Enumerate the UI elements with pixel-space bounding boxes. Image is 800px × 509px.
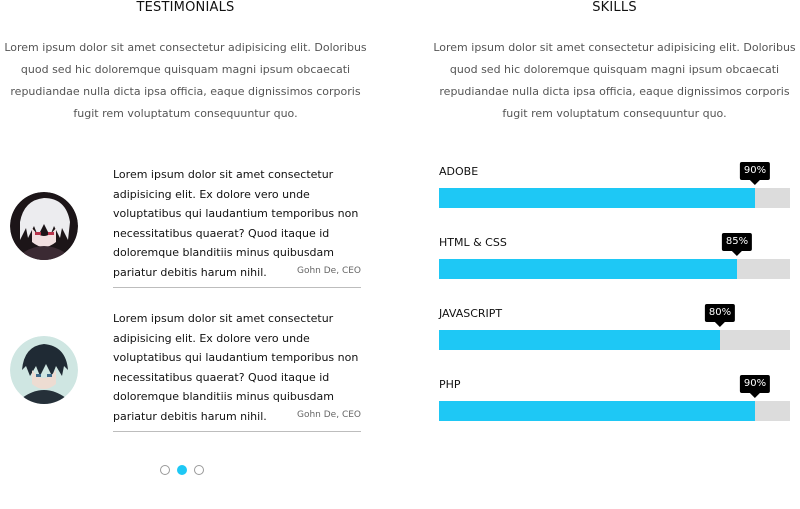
testimonials-intro: Lorem ipsum dolor sit amet consectetur a… bbox=[4, 41, 367, 120]
skill-label: JAVASCRIPT bbox=[439, 307, 503, 320]
skill-html-css: HTML & CSS 85% bbox=[439, 233, 790, 296]
skill-percent-badge: 90% bbox=[739, 162, 771, 185]
testimonial-divider bbox=[113, 287, 361, 288]
testimonial-divider bbox=[113, 431, 361, 432]
skill-label: ADOBE bbox=[439, 165, 479, 178]
testimonial-item: Lorem ipsum dolor sit amet consectetur a… bbox=[0, 160, 371, 290]
skill-bar-track: 90% bbox=[439, 375, 790, 421]
skill-adobe: ADOBE 90% bbox=[439, 162, 790, 225]
skill-bar-track: 85% bbox=[439, 233, 790, 279]
skill-bar-fill bbox=[439, 188, 755, 208]
skill-label: PHP bbox=[439, 378, 461, 391]
skill-bar-fill bbox=[439, 330, 720, 350]
skill-bar-track: 80% bbox=[439, 304, 790, 350]
skill-php: PHP 90% bbox=[439, 375, 790, 438]
skill-javascript: JAVASCRIPT 80% bbox=[439, 304, 790, 367]
skill-label: HTML & CSS bbox=[439, 236, 507, 249]
skill-percent-badge: 80% bbox=[704, 304, 736, 327]
pagination-dot-2[interactable] bbox=[177, 465, 187, 475]
pagination-dot-1[interactable] bbox=[160, 465, 170, 475]
testimonials-title: TESTIMONIALS bbox=[136, 0, 235, 15]
testimonial-quote: Lorem ipsum dolor sit amet consectetur a… bbox=[113, 168, 359, 279]
skill-bar-track: 90% bbox=[439, 162, 790, 208]
avatar bbox=[10, 336, 78, 404]
testimonial-author: Gohn De, CEO bbox=[297, 266, 361, 276]
avatar-illustration bbox=[10, 336, 78, 404]
testimonial-item: Lorem ipsum dolor sit amet consectetur a… bbox=[0, 304, 371, 434]
skills-title: SKILLS bbox=[592, 0, 637, 15]
testimonial-quote: Lorem ipsum dolor sit amet consectetur a… bbox=[113, 312, 359, 423]
skill-bar-fill bbox=[439, 259, 737, 279]
avatar bbox=[10, 192, 78, 260]
skill-bar-fill bbox=[439, 401, 755, 421]
skills-intro: Lorem ipsum dolor sit amet consectetur a… bbox=[433, 41, 796, 120]
pagination-dot-3[interactable] bbox=[194, 465, 204, 475]
testimonial-author: Gohn De, CEO bbox=[297, 410, 361, 420]
skill-percent-badge: 85% bbox=[721, 233, 753, 256]
skill-percent-badge: 90% bbox=[739, 375, 771, 398]
avatar-illustration bbox=[10, 192, 78, 260]
